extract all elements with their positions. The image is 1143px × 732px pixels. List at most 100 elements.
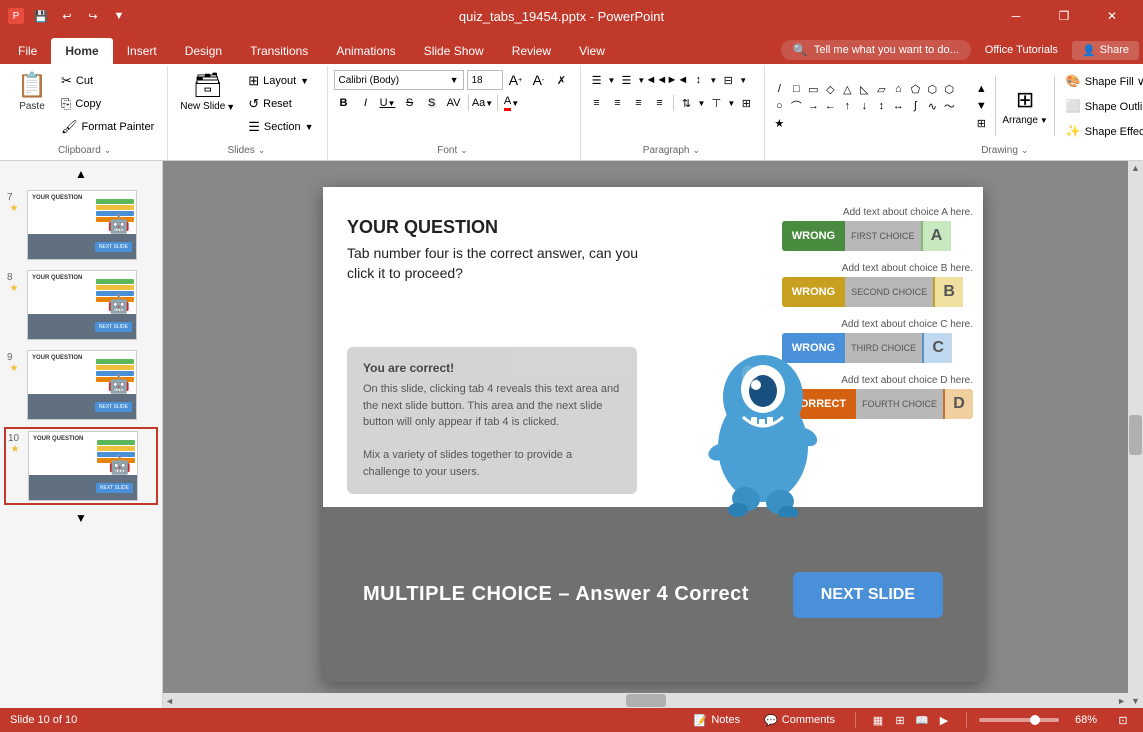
slide-vscroll[interactable]: ▲ ▼ [1128, 161, 1143, 708]
comments-button[interactable]: 💬 Comments [756, 710, 843, 730]
slide-panel-scroll-down[interactable]: ▼ [4, 509, 158, 527]
vscroll-thumb[interactable] [1129, 415, 1142, 455]
char-spacing-button[interactable]: AV [444, 93, 464, 113]
drawing-expand-icon[interactable]: ⌄ [1021, 145, 1029, 156]
share-button[interactable]: 👤Share [1072, 41, 1139, 60]
paragraph-expand-icon[interactable]: ⌄ [693, 145, 701, 156]
redo-button[interactable]: ↪ [82, 5, 104, 27]
reset-button[interactable]: ↺ Reset [243, 93, 318, 115]
shape-parallelogram[interactable]: ▱ [873, 81, 889, 97]
shape-triangle[interactable]: △ [839, 81, 855, 97]
shape-effects-button[interactable]: ✨ Shape Effects ∨ [1061, 120, 1143, 142]
copy-button[interactable]: ⎘ Copy [56, 93, 159, 115]
underline-button[interactable]: U▼ [378, 93, 398, 113]
section-button[interactable]: ☰ Section▼ [243, 116, 318, 138]
save-button[interactable]: 💾 [30, 5, 52, 27]
smartart-button[interactable]: ⊞ [736, 93, 756, 113]
shape-line[interactable]: / [771, 81, 787, 97]
slide-thumb-9[interactable]: 9 ★ YOUR QUESTION 🤖 NEXT SLIDE [4, 347, 158, 423]
bullets-button[interactable]: ☰ [587, 70, 607, 90]
increase-font-button[interactable]: A+ [506, 70, 526, 90]
new-slide-arrow[interactable]: ▼ [226, 102, 235, 112]
shapes-scroll-up[interactable]: ▲ [973, 81, 989, 97]
vscroll-down[interactable]: ▼ [1131, 696, 1140, 706]
shape-rounded-rect[interactable]: ▭ [805, 81, 821, 97]
slides-expand-icon[interactable]: ⌄ [258, 145, 266, 156]
font-size-selector[interactable]: 18 [467, 70, 503, 90]
shape-trapezoid[interactable]: ⌂ [890, 81, 906, 97]
office-tutorials-link[interactable]: Office Tutorials [977, 44, 1066, 56]
clear-format-button[interactable]: ✗ [552, 70, 572, 90]
format-painter-button[interactable]: 🖌 Format Painter [56, 116, 159, 138]
text-direction-button[interactable]: ⇅ [677, 93, 697, 113]
next-slide-button[interactable]: NEXT SLIDE [793, 572, 943, 618]
layout-button[interactable]: ⊞ Layout▼ [243, 70, 318, 92]
tab-transitions[interactable]: Transitions [236, 38, 322, 64]
change-case-button[interactable]: Aa▼ [473, 93, 493, 113]
choice-a-button[interactable]: WRONG FIRST CHOICE A [782, 221, 973, 251]
shape-outline-button[interactable]: ⬜ Shape Outline ∨ [1061, 95, 1143, 117]
shape-curved[interactable]: ∫ [907, 98, 923, 114]
align-right-button[interactable]: ≡ [629, 93, 649, 113]
arrange-label[interactable]: Arrange ▼ [1002, 115, 1048, 126]
zoom-thumb[interactable] [1030, 715, 1040, 725]
tab-home[interactable]: Home [51, 38, 112, 64]
customize-qat-button[interactable]: ▼ [108, 5, 130, 27]
notes-button[interactable]: 📝 Notes [686, 710, 748, 730]
paste-button[interactable]: 📋 Paste [10, 70, 54, 116]
help-search[interactable]: Tell me what you want to do... [814, 44, 959, 56]
shape-larrow[interactable]: ← [822, 98, 838, 114]
zoom-slider[interactable] [979, 718, 1059, 722]
view-slide-sorter-button[interactable]: ⊞ [890, 710, 910, 730]
cut-button[interactable]: ✂ Cut [56, 70, 159, 92]
text-shadow-button[interactable]: S [422, 93, 442, 113]
shape-pentagon[interactable]: ⬠ [907, 81, 923, 97]
font-color-button[interactable]: A▼ [502, 93, 522, 113]
shape-darrow[interactable]: ↓ [856, 98, 872, 114]
shape-lrarrow[interactable]: ↔ [890, 98, 906, 114]
align-text-button[interactable]: ⊤ [706, 93, 726, 113]
indent-less-button[interactable]: ◄◄ [646, 70, 666, 90]
view-slideshow-button[interactable]: ▶ [934, 710, 954, 730]
font-expand-icon[interactable]: ⌄ [460, 145, 468, 156]
restore-button[interactable]: ❐ [1041, 0, 1087, 32]
strikethrough-button[interactable]: S [400, 93, 420, 113]
close-button[interactable]: ✕ [1089, 0, 1135, 32]
undo-button[interactable]: ↩ [56, 5, 78, 27]
shape-arrow[interactable]: → [805, 98, 821, 114]
shape-octagon[interactable]: ⬡ [941, 81, 957, 97]
shape-rect[interactable]: □ [788, 81, 804, 97]
shape-circle[interactable]: ○ [771, 98, 787, 114]
align-left-button[interactable]: ≡ [587, 93, 607, 113]
align-center-button[interactable]: ≡ [608, 93, 628, 113]
shapes-scroll-down[interactable]: ▼ [973, 98, 989, 114]
indent-more-button[interactable]: ►◄ [667, 70, 687, 90]
tab-slideshow[interactable]: Slide Show [410, 38, 498, 64]
slide-panel-scroll-up[interactable]: ▲ [4, 165, 158, 183]
shape-diamond[interactable]: ◇ [822, 81, 838, 97]
columns-button[interactable]: ⊟ [718, 70, 738, 90]
shape-arc[interactable]: ⌒ [788, 98, 804, 114]
shape-star[interactable]: ★ [771, 115, 787, 131]
shape-wave[interactable]: 〜 [941, 98, 957, 114]
tab-design[interactable]: Design [171, 38, 236, 64]
shape-freeform[interactable]: ∿ [924, 98, 940, 114]
shapes-expand[interactable]: ⊞ [973, 115, 989, 131]
shape-rtriangle[interactable]: ◺ [856, 81, 872, 97]
bold-button[interactable]: B [334, 93, 354, 113]
vscroll-up[interactable]: ▲ [1131, 163, 1140, 173]
numbering-button[interactable]: ☰ [616, 70, 636, 90]
shape-uarrow[interactable]: ↑ [839, 98, 855, 114]
italic-button[interactable]: I [356, 93, 376, 113]
arrange-button[interactable]: ⊞ [1016, 87, 1034, 113]
shape-hexagon[interactable]: ⬡ [924, 81, 940, 97]
tab-review[interactable]: Review [498, 38, 565, 64]
tab-insert[interactable]: Insert [113, 38, 171, 64]
tab-animations[interactable]: Animations [322, 38, 409, 64]
zoom-level[interactable]: 68% [1067, 710, 1105, 730]
tab-file[interactable]: File [4, 38, 51, 64]
view-reading-button[interactable]: 📖 [912, 710, 932, 730]
shape-udarrow[interactable]: ↕ [873, 98, 889, 114]
new-slide-button[interactable]: 🗃 New Slide ▼ [174, 70, 241, 116]
slide-thumb-7[interactable]: 7 ★ YOUR QUESTION 🤖 NEXT SLIDE [4, 187, 158, 263]
